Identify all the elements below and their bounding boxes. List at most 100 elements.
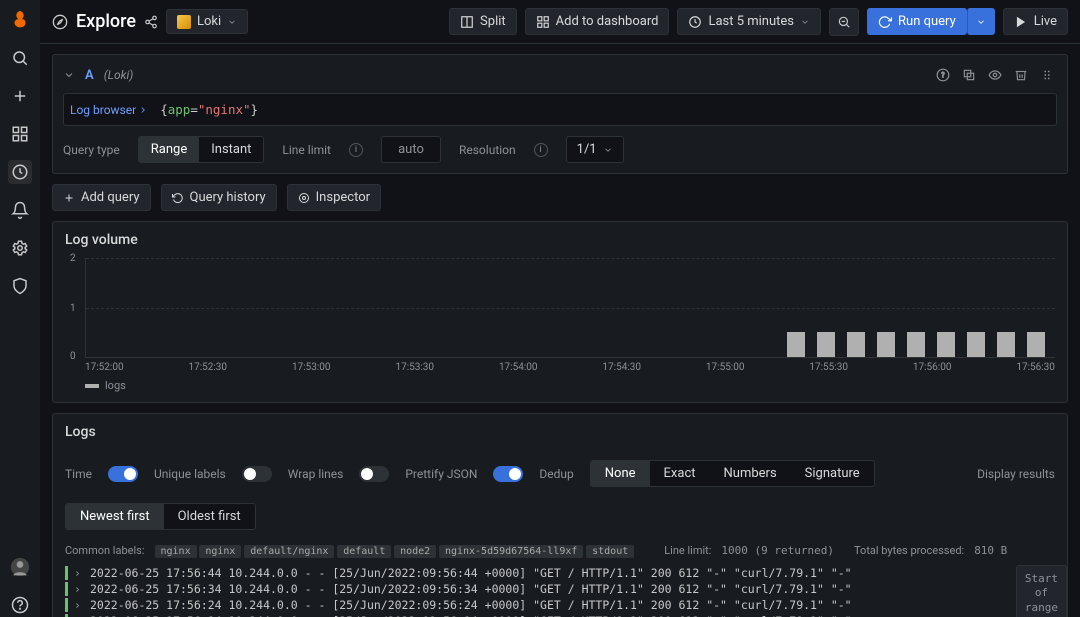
alerting-icon[interactable] bbox=[8, 198, 32, 222]
chart-xtick: 17:53:00 bbox=[292, 362, 331, 373]
legend-swatch bbox=[85, 384, 99, 388]
settings-icon[interactable] bbox=[8, 236, 32, 260]
chart-bar[interactable] bbox=[817, 332, 835, 357]
chart-bar[interactable] bbox=[847, 332, 865, 357]
oldest-first-option[interactable]: Oldest first bbox=[164, 504, 255, 529]
chart-xtick: 17:52:30 bbox=[188, 362, 227, 373]
label-chip: default bbox=[337, 545, 391, 558]
prettify-toggle[interactable] bbox=[493, 466, 523, 482]
query-history-button[interactable]: Query history bbox=[161, 184, 277, 211]
expand-icon[interactable]: › bbox=[74, 566, 84, 580]
run-query-label: Run query bbox=[898, 14, 956, 29]
chevron-down-icon bbox=[800, 17, 810, 27]
run-query-dropdown[interactable] bbox=[967, 8, 995, 35]
query-help-icon[interactable]: ? bbox=[933, 65, 953, 85]
shield-icon[interactable] bbox=[8, 274, 32, 298]
log-volume-chart[interactable]: 2 1 0 bbox=[85, 258, 1055, 358]
log-row[interactable]: ›2022-06-25 17:56:24 10.244.0.0 - - [25/… bbox=[65, 597, 1055, 613]
line-limit-info-label: Line limit: bbox=[664, 544, 711, 557]
log-volume-panel: Log volume 2 1 0 17:52:0017:52:3017:53:0… bbox=[52, 221, 1068, 403]
logs-title: Logs bbox=[53, 414, 1067, 450]
chevron-down-icon bbox=[603, 145, 613, 155]
copy-icon[interactable] bbox=[959, 65, 979, 85]
log-row[interactable]: ›2022-06-25 17:56:34 10.244.0.0 - - [25/… bbox=[65, 581, 1055, 597]
split-button[interactable]: Split bbox=[449, 8, 517, 35]
run-query-button[interactable]: Run query bbox=[867, 8, 967, 35]
log-level-bar bbox=[65, 566, 68, 580]
prettify-label: Prettify JSON bbox=[405, 467, 477, 481]
plus-icon[interactable] bbox=[8, 84, 32, 108]
chart-bar[interactable] bbox=[937, 332, 955, 357]
dedup-label: Dedup bbox=[539, 467, 573, 481]
live-button[interactable]: Live bbox=[1003, 8, 1068, 35]
share-icon[interactable] bbox=[144, 15, 158, 29]
query-type-toggle: Range Instant bbox=[138, 136, 265, 163]
wrap-lines-toggle[interactable] bbox=[359, 466, 389, 482]
time-toggle[interactable] bbox=[108, 466, 138, 482]
zoom-out-button[interactable] bbox=[829, 8, 859, 36]
chart-bar[interactable] bbox=[997, 332, 1015, 357]
split-label: Split bbox=[480, 14, 506, 29]
help-icon[interactable] bbox=[8, 593, 32, 617]
line-limit-label: Line limit bbox=[282, 143, 331, 157]
dedup-option-none[interactable]: None bbox=[591, 461, 650, 486]
dedup-option-exact[interactable]: Exact bbox=[650, 461, 710, 486]
inspector-button[interactable]: Inspector bbox=[287, 184, 381, 211]
log-level-bar bbox=[65, 582, 68, 596]
label-chip: nginx-5d59d67564-ll9xf bbox=[439, 545, 583, 558]
legend-label: logs bbox=[105, 379, 126, 392]
datasource-picker[interactable]: Loki bbox=[166, 9, 248, 34]
chart-bar[interactable] bbox=[967, 332, 985, 357]
trash-icon[interactable] bbox=[1011, 65, 1031, 85]
log-row[interactable]: ›2022-06-25 17:56:14 10.244.0.0 - - [25/… bbox=[65, 613, 1055, 617]
label-chip: stdout bbox=[586, 545, 634, 558]
chart-bar[interactable] bbox=[1027, 332, 1045, 357]
query-type-label: Query type bbox=[63, 143, 120, 157]
chart-xtick: 17:54:00 bbox=[499, 362, 538, 373]
add-query-button[interactable]: Add query bbox=[52, 184, 151, 211]
drag-icon[interactable] bbox=[1037, 65, 1057, 85]
label-chip: nginx bbox=[155, 545, 197, 558]
chart-bar[interactable] bbox=[877, 332, 895, 357]
newest-first-option[interactable]: Newest first bbox=[66, 504, 164, 529]
instant-option[interactable]: Instant bbox=[199, 137, 263, 162]
chart-xtick: 17:56:30 bbox=[1016, 362, 1055, 373]
time-range-picker[interactable]: Last 5 minutes bbox=[677, 8, 821, 35]
chart-bar[interactable] bbox=[907, 332, 925, 357]
label-chip: default/nginx bbox=[244, 545, 334, 558]
sort-group: Newest first Oldest first bbox=[65, 503, 256, 530]
query-editor: A (Loki) ? Log browser {app="nginx"} Que… bbox=[52, 54, 1068, 174]
eye-icon[interactable] bbox=[985, 65, 1005, 85]
dedup-option-signature[interactable]: Signature bbox=[791, 461, 874, 486]
chevron-down-icon bbox=[227, 17, 237, 27]
avatar[interactable] bbox=[8, 555, 32, 579]
unique-labels-toggle[interactable] bbox=[242, 466, 272, 482]
query-input[interactable]: {app="nginx"} bbox=[156, 98, 1050, 121]
time-range-label: Last 5 minutes bbox=[708, 14, 794, 29]
log-browser-button[interactable]: Log browser bbox=[70, 103, 148, 117]
expand-icon[interactable]: › bbox=[74, 582, 84, 596]
chart-xtick: 17:56:00 bbox=[913, 362, 952, 373]
dedup-option-numbers[interactable]: Numbers bbox=[710, 461, 791, 486]
info-icon[interactable]: i bbox=[349, 143, 363, 157]
resolution-select[interactable]: 1/1 bbox=[566, 136, 624, 163]
log-row[interactable]: ›2022-06-25 17:56:44 10.244.0.0 - - [25/… bbox=[65, 565, 1055, 581]
dashboards-icon[interactable] bbox=[8, 122, 32, 146]
collapse-icon[interactable] bbox=[63, 69, 75, 81]
add-dashboard-label: Add to dashboard bbox=[556, 14, 659, 29]
search-icon[interactable] bbox=[8, 46, 32, 70]
chart-xtick: 17:55:00 bbox=[706, 362, 745, 373]
range-option[interactable]: Range bbox=[139, 137, 199, 162]
chart-xtick: 17:53:30 bbox=[395, 362, 434, 373]
chart-bar[interactable] bbox=[787, 332, 805, 357]
explore-icon[interactable] bbox=[8, 160, 32, 184]
label-chip: node2 bbox=[394, 545, 436, 558]
grafana-logo-icon[interactable] bbox=[8, 8, 32, 32]
line-limit-input[interactable]: auto bbox=[381, 136, 441, 163]
expand-icon[interactable]: › bbox=[74, 598, 84, 612]
chart-xtick: 17:55:30 bbox=[809, 362, 848, 373]
add-to-dashboard-button[interactable]: Add to dashboard bbox=[525, 8, 670, 35]
display-results-label: Display results bbox=[977, 467, 1055, 481]
loki-icon bbox=[177, 15, 191, 29]
info-icon[interactable]: i bbox=[534, 143, 548, 157]
